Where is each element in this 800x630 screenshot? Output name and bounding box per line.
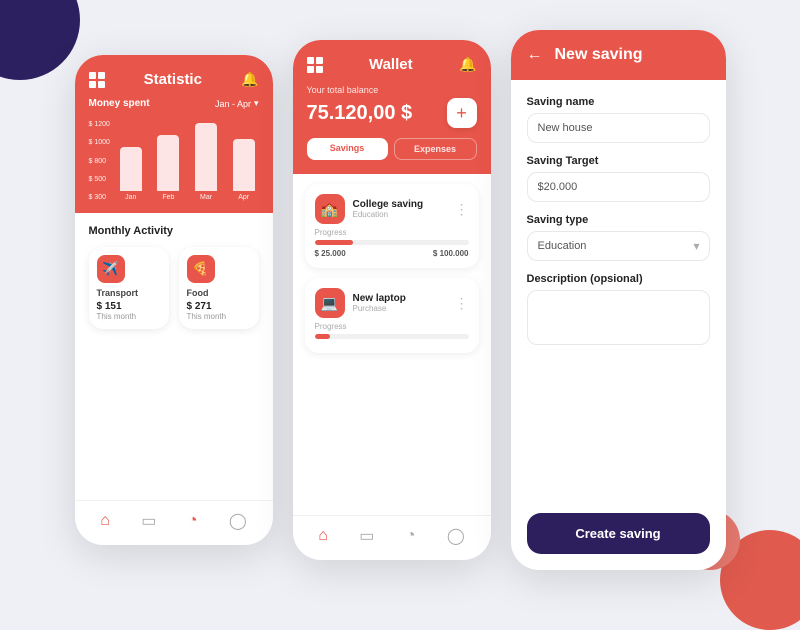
college-progress-amounts: $ 25.000 $ 100.000 bbox=[315, 249, 469, 258]
college-saving-menu[interactable]: ⋮ bbox=[455, 201, 469, 218]
nav-user-icon[interactable]: ◯ bbox=[229, 511, 247, 531]
add-saving-button[interactable]: + bbox=[447, 98, 477, 128]
saving-type-group: Saving type Education Purchase Travel He… bbox=[527, 214, 710, 261]
activity-card-transport: ✈️ Transport $ 151 This month bbox=[89, 247, 169, 329]
activity-cards: ✈️ Transport $ 151 This month 🍕 Food $ 2… bbox=[89, 247, 259, 329]
tab-savings[interactable]: Savings bbox=[307, 138, 388, 160]
saving-target-label: Saving Target bbox=[527, 155, 710, 167]
college-progress-fill bbox=[315, 240, 354, 245]
wallet-nav-home-icon[interactable]: ⌂ bbox=[318, 527, 328, 545]
college-target-amount: $ 100.000 bbox=[433, 249, 469, 258]
college-current-amount: $ 25.000 bbox=[315, 249, 346, 258]
wallet-grid-icon[interactable] bbox=[307, 57, 323, 73]
new-saving-header: ← New saving bbox=[511, 30, 726, 80]
laptop-progress-label: Progress bbox=[315, 322, 469, 331]
wallet-nav-clock-icon[interactable]: ◔ bbox=[406, 527, 416, 545]
college-progress-bar bbox=[315, 240, 469, 245]
saving-target-group: Saving Target bbox=[527, 155, 710, 202]
description-group: Description (opsional) bbox=[527, 273, 710, 345]
wallet-header-top: Wallet 🔔 bbox=[307, 56, 477, 73]
college-saving-icon: 🏫 bbox=[315, 194, 345, 224]
transport-icon: ✈️ bbox=[97, 255, 125, 283]
chevron-down-icon: ▾ bbox=[254, 98, 259, 109]
food-label: Food bbox=[187, 288, 251, 298]
wallet-title: Wallet bbox=[369, 56, 413, 73]
wallet-nav-user-icon[interactable]: ◯ bbox=[447, 526, 465, 546]
laptop-saving-menu[interactable]: ⋮ bbox=[455, 295, 469, 312]
bar-feb: Feb bbox=[154, 135, 184, 201]
chart-bars: Jan Feb Mar Apr bbox=[116, 121, 259, 201]
transport-label: Transport bbox=[97, 288, 161, 298]
statistic-title: Statistic bbox=[144, 71, 202, 88]
saving-type-label: Saving type bbox=[527, 214, 710, 226]
college-saving-name: College saving bbox=[353, 199, 424, 210]
description-label: Description (opsional) bbox=[527, 273, 710, 285]
laptop-progress-bar bbox=[315, 334, 469, 339]
tab-expenses[interactable]: Expenses bbox=[394, 138, 477, 160]
money-spent-row: Money spent Jan - Apr ▾ bbox=[89, 98, 259, 109]
saving-name-label: Saving name bbox=[527, 96, 710, 108]
bottom-nav-2: ⌂ ▭ ◔ ◯ bbox=[293, 515, 491, 560]
y-axis-labels: $ 1200 $ 1000 $ 800 $ 500 $ 300 bbox=[89, 121, 110, 201]
nav-card-icon[interactable]: ▭ bbox=[141, 511, 156, 531]
new-saving-body: Saving name Saving Target Saving type Ed… bbox=[511, 80, 726, 570]
college-saving-category: Education bbox=[353, 210, 424, 219]
laptop-progress-fill bbox=[315, 334, 330, 339]
saving-item-laptop: 💻 New laptop Purchase ⋮ Progress bbox=[305, 278, 479, 353]
create-saving-button[interactable]: Create saving bbox=[527, 513, 710, 554]
description-input[interactable] bbox=[527, 290, 710, 345]
food-amount: $ 271 bbox=[187, 301, 251, 312]
screens-container: Statistic 🔔 Money spent Jan - Apr ▾ $ 12… bbox=[75, 30, 726, 570]
back-button[interactable]: ← bbox=[527, 46, 543, 64]
food-icon: 🍕 bbox=[187, 255, 215, 283]
nav-home-icon[interactable]: ⌂ bbox=[100, 512, 110, 530]
wallet-nav-card-icon[interactable]: ▭ bbox=[359, 526, 374, 546]
statistic-header: Statistic 🔔 Money spent Jan - Apr ▾ $ 12… bbox=[75, 55, 273, 213]
chart-area: $ 1200 $ 1000 $ 800 $ 500 $ 300 Jan bbox=[89, 117, 259, 201]
date-range[interactable]: Jan - Apr ▾ bbox=[215, 98, 259, 109]
activity-card-food: 🍕 Food $ 271 This month bbox=[179, 247, 259, 329]
saving-type-select[interactable]: Education Purchase Travel Health bbox=[527, 231, 710, 261]
bottom-nav-1: ⌂ ▭ ◔ ◯ bbox=[75, 500, 273, 545]
statistic-body: Monthly Activity ✈️ Transport $ 151 This… bbox=[75, 213, 273, 500]
food-period: This month bbox=[187, 312, 251, 321]
bg-decoration-top-left bbox=[0, 0, 80, 80]
screen-new-saving: ← New saving Saving name Saving Target S… bbox=[511, 30, 726, 570]
wallet-bell-icon[interactable]: 🔔 bbox=[459, 56, 476, 73]
college-progress-label: Progress bbox=[315, 228, 469, 237]
monthly-activity-title: Monthly Activity bbox=[89, 225, 259, 237]
balance-amount: 75.120,00 $ bbox=[307, 102, 413, 125]
money-spent-label: Money spent bbox=[89, 98, 150, 109]
laptop-saving-name: New laptop bbox=[353, 293, 406, 304]
wallet-body: 🏫 College saving Education ⋮ Progress $ … bbox=[293, 174, 491, 515]
wallet-header: Wallet 🔔 Your total balance 75.120,00 $ … bbox=[293, 40, 491, 174]
laptop-saving-category: Purchase bbox=[353, 304, 406, 313]
bar-mar: Mar bbox=[191, 123, 221, 201]
tab-row: Savings Expenses bbox=[307, 138, 477, 160]
saving-target-input[interactable] bbox=[527, 172, 710, 202]
grid-icon[interactable] bbox=[89, 72, 105, 88]
saving-item-college: 🏫 College saving Education ⋮ Progress $ … bbox=[305, 184, 479, 268]
statistic-header-top: Statistic 🔔 bbox=[89, 71, 259, 88]
balance-row: 75.120,00 $ + bbox=[307, 98, 477, 128]
laptop-saving-icon: 💻 bbox=[315, 288, 345, 318]
saving-name-group: Saving name bbox=[527, 96, 710, 143]
transport-period: This month bbox=[97, 312, 161, 321]
bar-jan: Jan bbox=[116, 147, 146, 201]
nav-clock-icon[interactable]: ◔ bbox=[188, 512, 198, 530]
saving-name-input[interactable] bbox=[527, 113, 710, 143]
screen-statistic: Statistic 🔔 Money spent Jan - Apr ▾ $ 12… bbox=[75, 55, 273, 545]
saving-type-select-wrap: Education Purchase Travel Health ▾ bbox=[527, 231, 710, 261]
transport-amount: $ 151 bbox=[97, 301, 161, 312]
bar-apr: Apr bbox=[229, 139, 259, 201]
balance-label: Your total balance bbox=[307, 85, 477, 95]
bell-icon[interactable]: 🔔 bbox=[241, 71, 258, 88]
new-saving-title: New saving bbox=[555, 46, 643, 64]
screen-wallet: Wallet 🔔 Your total balance 75.120,00 $ … bbox=[293, 40, 491, 560]
